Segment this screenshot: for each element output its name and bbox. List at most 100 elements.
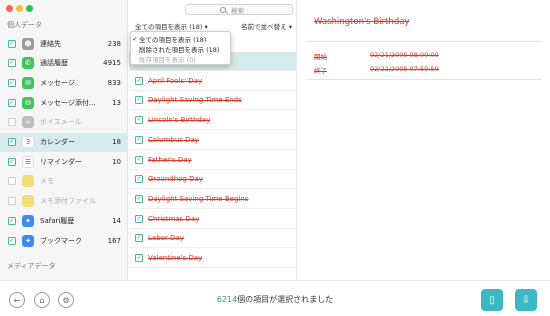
recover-to-computer-button[interactable]: ⇩ [515,289,537,311]
home-button[interactable]: ⌂ [34,292,50,308]
filter-dropdown[interactable]: 全ての項目を表示 (18) ▾ [135,21,208,31]
list-item[interactable]: ✓ Valentine's Day [129,249,296,268]
settings-button[interactable]: ⚙ [58,292,74,308]
item-checkbox[interactable]: ✓ [135,194,143,203]
item-checkbox[interactable]: ✓ [135,175,143,184]
sidebar-checkbox[interactable]: ✓ [8,157,16,166]
checkmark-icon: ✓ [132,35,138,43]
sidebar-item-count: 4915 [103,59,121,68]
reminders-icon: ☰ [22,155,34,168]
selected-count: 6214 [216,295,238,304]
list-item[interactable]: ✓ Columbus Day [129,131,296,150]
sidebar-checkbox[interactable]: ✓ [8,98,16,107]
list-item-label: Father's Day [148,155,192,164]
list-item[interactable]: ✓ Father's Day [129,151,296,170]
list-item[interactable]: ✓ Labor Day [129,229,296,249]
sidebar-item-label: メッセージ [40,78,75,87]
sidebar-item-count: 833 [107,78,121,87]
sidebar-item-label: メモ [40,177,54,186]
sidebar-item-count: 10 [112,157,121,166]
search-input[interactable]: 検索 [185,4,293,15]
sidebar-checkbox[interactable]: ✓ [8,59,16,68]
section-media-data: メディアデータ [7,262,56,270]
item-checkbox[interactable]: ✓ [135,155,143,164]
sidebar-item-label: リマインダー [40,157,82,166]
list-item[interactable]: ✓ Daylight Saving Time Ends [129,91,296,111]
filter-menu: ✓ 全ての項目を表示 (18) 削除された項目を表示 (18) 既存項目を表示 (0) [130,31,231,65]
sidebar-checkbox[interactable]: ✓ [8,216,16,225]
sort-dropdown[interactable]: 名前で並べ替え ▾ [241,21,292,31]
divider [306,79,542,80]
list-item[interactable]: ✓ April Fools' Day [129,72,296,91]
device-icon: ▯ [489,294,495,306]
sidebar-item[interactable]: ✓ ✆ 通話履歴 4915 [0,54,127,73]
sidebar-checkbox[interactable] [8,118,16,127]
sidebar-checkbox[interactable] [8,197,16,206]
selection-status-text: 個の項目が選択されました [237,295,334,304]
list-item[interactable]: ✓ Christmas Day [129,210,296,229]
sidebar-item[interactable]: ✓ ✦ Safari履歴 14 [0,211,127,230]
sidebar-checkbox[interactable]: ✓ [8,236,16,245]
item-checkbox[interactable]: ✓ [135,76,143,85]
list-item-label: Valentine's Day [148,254,203,262]
end-value: 02/22/2005 07:59:59 [370,65,439,73]
sidebar-item[interactable]: ✓ ✉ メッセージ添付... 13 [0,93,127,112]
list-item-label: Daylight Saving Time Begins [148,194,249,203]
back-button[interactable]: ← [9,292,25,308]
sidebar-checkbox[interactable]: ✓ [8,138,16,146]
zoom-window-button[interactable] [26,5,33,12]
list-item[interactable]: ✓ Groundhog Day [129,170,296,190]
list-item-label: Daylight Saving Time Ends [148,96,242,105]
filter-menu-item[interactable]: ✓ 全ての項目を表示 (18) [131,34,230,44]
sidebar-item-label: メッセージ添付... [40,98,96,107]
filter-menu-item-label: 既存項目を表示 (0) [139,56,196,64]
end-label: 終了 [314,67,327,75]
sidebar-item[interactable]: ✓ ✉ メッセージ 833 [0,73,127,92]
sidebar-checkbox[interactable] [8,177,16,186]
item-checkbox[interactable]: ✓ [135,254,143,262]
app-window: 個人データ ✓ ☻ 連絡先 238 ✓ ✆ 通話履歴 4915 ✓ ✉ メッセージ 833 ✓ ✉ メッセー… [0,0,550,316]
phone-icon: ✆ [22,57,34,70]
voicemail-icon: ∞ [22,116,34,129]
sidebar-item[interactable]: ✓ ☰ リマインダー 10 [0,152,127,171]
safari-icon: ✦ [22,214,34,227]
gear-icon: ⚙ [62,295,70,305]
message-attachment-icon: ✉ [22,96,34,109]
filter-menu-item-label: 全ての項目を表示 (18) [139,36,207,44]
sidebar-item-label: Safari履歴 [40,216,75,225]
sidebar-item-count: 238 [107,39,121,48]
bookmarks-icon: ✦ [22,234,34,247]
close-window-button[interactable] [6,5,13,12]
filter-menu-item[interactable]: 削除された項目を表示 (18) [131,44,230,54]
sidebar-item-count: 14 [112,216,121,225]
list-item-label: April Fools' Day [148,76,203,85]
item-checkbox[interactable]: ✓ [135,234,143,243]
sidebar-item-label: カレンダー [40,138,75,146]
section-personal-data: 個人データ [7,21,42,29]
sidebar-item[interactable]: ✓ ☻ 連絡先 238 [0,34,127,53]
recover-to-device-button[interactable]: ▯ [481,289,503,311]
sidebar-item-count: 13 [112,98,121,107]
sidebar-checkbox[interactable]: ✓ [8,39,16,48]
selection-status: 6214個の項目が選択されました [200,294,350,305]
notes-icon [22,175,34,188]
minimize-window-button[interactable] [16,5,23,12]
list-item[interactable]: ✓ Lincoln's Birthday [129,111,296,131]
sidebar-item-count: 18 [112,138,121,146]
list-item[interactable]: ✓ Daylight Saving Time Begins [129,190,296,209]
sidebar-item[interactable]: ✓ ✦ ブックマーク 167 [0,231,127,250]
item-checkbox[interactable]: ✓ [135,116,143,125]
sidebar-item[interactable]: ✓ 3 カレンダー 18 [0,132,127,152]
sidebar-item[interactable]: ∞ ボイスメール [0,113,127,132]
filter-menu-item: 既存項目を表示 (0) [131,54,230,64]
item-checkbox[interactable]: ✓ [135,96,143,105]
list-item-label: Lincoln's Birthday [148,116,211,125]
calendar-icon: 3 [22,136,34,148]
sidebar-item[interactable]: メモ添付ファイル [0,192,127,211]
item-checkbox[interactable]: ✓ [135,135,143,144]
sidebar-item[interactable]: メモ [0,172,127,191]
item-checkbox[interactable]: ✓ [135,214,143,223]
notes-attachment-icon [22,195,34,208]
sidebar-checkbox[interactable]: ✓ [8,78,16,87]
list-item-label: Columbus Day [148,135,199,144]
